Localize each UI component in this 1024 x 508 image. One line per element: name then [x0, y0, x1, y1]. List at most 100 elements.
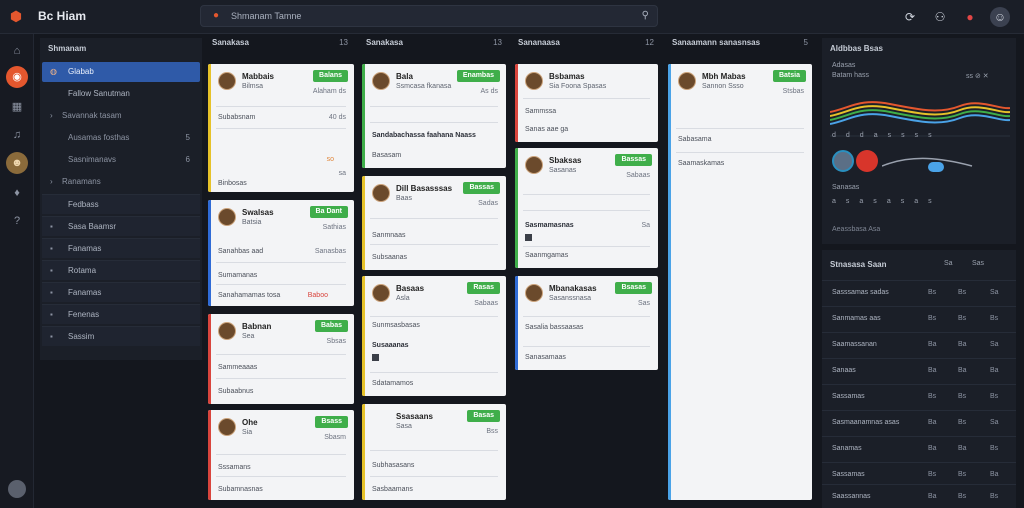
- table-row[interactable]: Sasssamas sadas Bs Bs Sa: [822, 280, 1016, 304]
- panel-label: Adasas: [832, 62, 856, 69]
- sidebar-item[interactable]: › Savannak tasam: [42, 106, 200, 126]
- task-card[interactable]: Dill Basasssas Baas Bassas Sadas Sanmnaa…: [362, 176, 506, 270]
- card-subtitle: Sasa: [396, 423, 412, 430]
- user-avatar[interactable]: ☻: [6, 152, 28, 174]
- status-badge[interactable]: Bsasas: [615, 282, 652, 294]
- card-title: Mbanakasas: [549, 284, 597, 293]
- connector-path: [882, 157, 973, 167]
- card-title: Mbh Mabas: [702, 72, 746, 81]
- card-meta: Sadas: [478, 200, 498, 207]
- task-card[interactable]: Babnan Sea Babas Sbsas Sammeaaas Subaabn…: [208, 314, 354, 404]
- status-badge[interactable]: Batsia: [772, 70, 806, 82]
- sidebar-item[interactable]: ▪ Sasa Baamsr: [42, 216, 200, 236]
- table-row[interactable]: Sassamas Bs Bs Bs: [822, 384, 1016, 408]
- app-title: Bc Hiam: [38, 9, 87, 23]
- task-card[interactable]: Swalsas Batsia Ba Dant Sathias Sanahbas …: [208, 200, 354, 306]
- table-row[interactable]: Sanmamas aas Bs Bs Bs: [822, 306, 1016, 330]
- status-badge[interactable]: Babas: [314, 320, 348, 332]
- card-meta: Bss: [486, 428, 498, 435]
- card-meta: As ds: [480, 88, 498, 95]
- sidebar-item[interactable]: ▪ Fanamas: [42, 282, 200, 302]
- status-badge[interactable]: Basas: [467, 410, 500, 422]
- table-row[interactable]: Sanamas Ba Ba Bs: [822, 436, 1016, 460]
- users-icon[interactable]: ⚇: [930, 7, 950, 27]
- sidebar-item[interactable]: ▪ Fanamas: [42, 238, 200, 258]
- calendar-icon[interactable]: ▦: [6, 96, 28, 118]
- search-bar[interactable]: ● Shmanam Tamne ⚲: [200, 5, 658, 27]
- panel-controls[interactable]: ss ⊘ ✕: [966, 72, 989, 80]
- avatar: [525, 72, 543, 90]
- orange-active-icon[interactable]: ◉: [6, 66, 28, 88]
- sidebar-item[interactable]: ▪ Sassim: [42, 326, 200, 346]
- column-header[interactable]: Sanaamann sanasnsas 5: [672, 38, 812, 56]
- status-badge[interactable]: Rasas: [467, 282, 500, 294]
- table-header: Sa: [944, 260, 953, 267]
- sidebar-item[interactable]: › Ranamans: [42, 172, 200, 192]
- search-input[interactable]: Shmanam Tamne: [231, 11, 301, 21]
- sidebar-item[interactable]: ◍ Glabab: [42, 62, 200, 82]
- app-logo-icon[interactable]: ⬢: [8, 8, 24, 24]
- chart-icon[interactable]: ♦: [6, 182, 28, 204]
- task-card[interactable]: Basaas Asla Rasas Sabaas Sunmsasbasas Su…: [362, 276, 506, 396]
- chevron-icon: ›: [50, 177, 53, 186]
- sidebar-item[interactable]: Ausamas fosthas 5: [42, 128, 200, 148]
- card-title: Ssasaans: [396, 412, 433, 421]
- refresh-icon[interactable]: ⟳: [900, 7, 920, 27]
- sidebar-item[interactable]: Fallow Sanutman: [42, 84, 200, 104]
- task-card[interactable]: Mabbais Bilmsa Balans Alaham ds Subabsna…: [208, 64, 354, 192]
- column-header[interactable]: Sananaasa 12: [518, 38, 658, 56]
- home-icon[interactable]: ⌂: [6, 40, 28, 62]
- divider: [216, 262, 346, 263]
- task-card[interactable]: Ssasaans Sasa Basas Bss Subhasasans Sasb…: [362, 404, 506, 500]
- card-line: Subhasasans: [372, 462, 415, 469]
- notifications-icon[interactable]: ●: [960, 7, 980, 27]
- card-line: Binbosas: [218, 180, 247, 187]
- column-header[interactable]: Sanakasa 13: [366, 38, 506, 56]
- card-subtitle: Sannon Ssso: [702, 83, 744, 90]
- card-line: Sunmsasbasas: [372, 322, 420, 329]
- avatar: [525, 284, 543, 302]
- task-card[interactable]: Bsbamas Sia Foona Spasas Sammssa Sanas a…: [515, 64, 658, 142]
- divider: [523, 98, 650, 99]
- card-line: Basasam: [372, 152, 402, 159]
- settings-icon[interactable]: [8, 480, 26, 498]
- table-row[interactable]: Saassannas Ba Bs Bs: [822, 484, 1016, 508]
- status-badge[interactable]: Ba Dant: [309, 206, 348, 218]
- table-row[interactable]: Sanaas Ba Ba Ba: [822, 358, 1016, 382]
- divider: [216, 378, 346, 379]
- card-stripe: [362, 276, 365, 396]
- status-badge[interactable]: Bassas: [463, 182, 500, 194]
- divider: [523, 316, 650, 317]
- checkbox-icon[interactable]: [525, 234, 532, 241]
- sidebar-item[interactable]: ▪ Fenenas: [42, 304, 200, 324]
- profile-icon[interactable]: ☺: [990, 7, 1010, 27]
- status-badge[interactable]: Balans: [313, 70, 348, 82]
- bell-icon[interactable]: ♫: [6, 124, 28, 146]
- divider: [370, 244, 498, 245]
- status-badge[interactable]: Enambas: [456, 70, 500, 82]
- column-header[interactable]: Sanakasa 13: [212, 38, 352, 56]
- avatar[interactable]: [856, 150, 878, 172]
- table-row[interactable]: Sasmaanamnas asas Ba Bs Sa: [822, 410, 1016, 434]
- card-stripe: [515, 148, 518, 268]
- task-card[interactable]: Sbaksas Sasanas Bassas Sabaas Sasmamasna…: [515, 148, 658, 268]
- task-card[interactable]: Mbanakasas Sasanssnasa Bsasas Sas Sasali…: [515, 276, 658, 370]
- mic-icon[interactable]: ⚲: [642, 10, 649, 21]
- sidebar-item[interactable]: Sasnimanavs 6: [42, 150, 200, 170]
- card-title: Babnan: [242, 322, 272, 331]
- card-title: Basaas: [396, 284, 425, 293]
- table-row[interactable]: Saamassanan Ba Ba Sa: [822, 332, 1016, 356]
- status-badge[interactable]: Bassas: [615, 154, 652, 166]
- status-pill: [928, 162, 944, 172]
- task-card[interactable]: Ohe Sia Bsass Sbasm Sssamans Subamnasnas: [208, 410, 354, 500]
- checkbox-icon[interactable]: [372, 354, 379, 361]
- sidebar-item[interactable]: ▪ Rotama: [42, 260, 200, 280]
- task-card[interactable]: Bala Ssmcasa fkanasa Enambas As ds Sanda…: [362, 64, 506, 168]
- divider: [370, 218, 498, 219]
- table-row[interactable]: Sassamas Bs Bs Ba: [822, 462, 1016, 486]
- help-icon[interactable]: ?: [6, 210, 28, 232]
- task-card[interactable]: Mbh Mabas Sannon Ssso Batsia Stsbas Saba…: [668, 64, 812, 500]
- sidebar-item[interactable]: Fedbass: [42, 194, 200, 214]
- status-badge[interactable]: Bsass: [315, 416, 348, 428]
- avatar[interactable]: [832, 150, 854, 172]
